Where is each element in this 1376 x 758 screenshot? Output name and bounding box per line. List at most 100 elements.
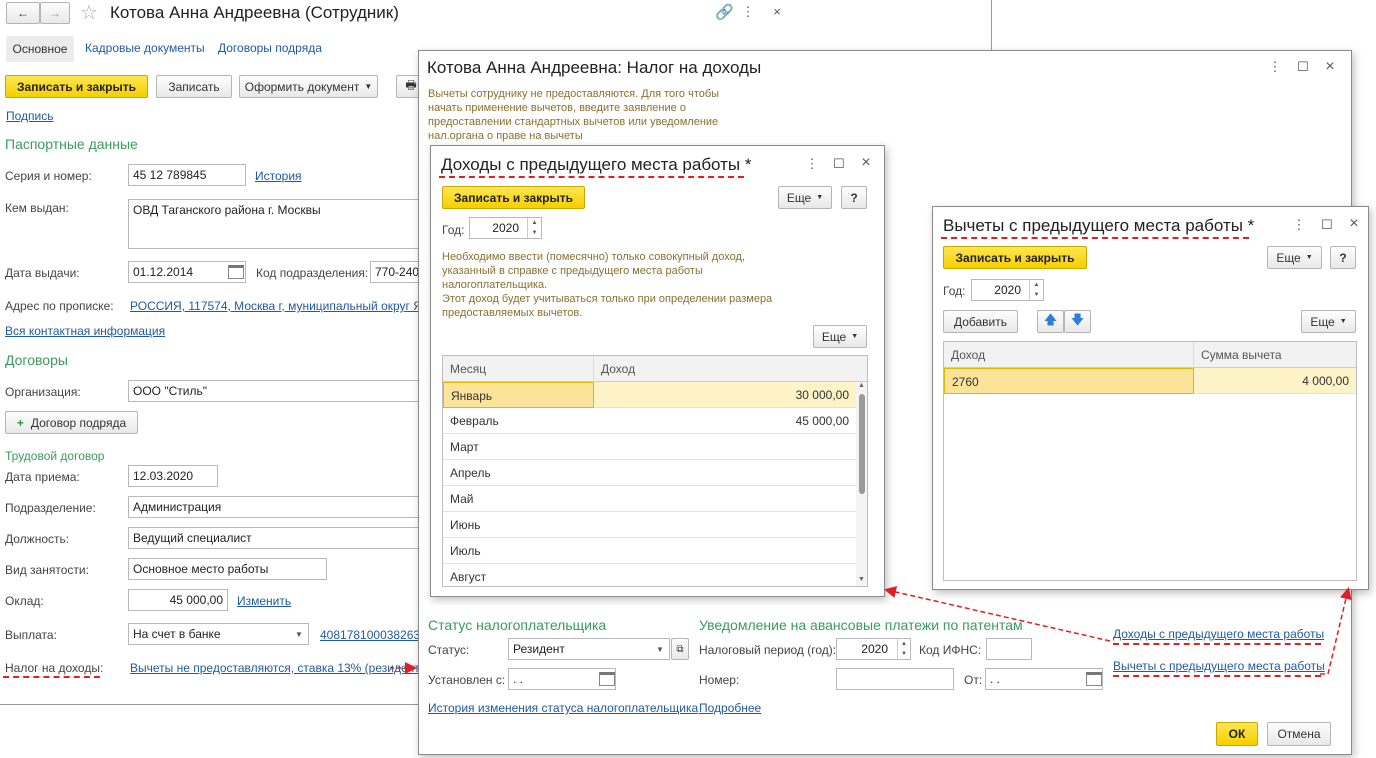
history-link[interactable]: История <box>255 169 302 183</box>
scrollbar[interactable]: ▲ ▼ <box>856 382 867 586</box>
scroll-down-icon[interactable]: ▼ <box>858 576 865 583</box>
tab-contracts[interactable]: Договоры подряда <box>218 41 322 55</box>
save-close-button[interactable]: Записать и закрыть <box>5 75 148 98</box>
signature-link[interactable]: Подпись <box>6 109 54 123</box>
back-button[interactable]: ← <box>6 2 40 24</box>
favorite-star-icon[interactable]: ☆ <box>80 0 98 25</box>
income-cell[interactable] <box>594 564 856 586</box>
more-icon[interactable]: ⋮ <box>1268 59 1282 75</box>
link-icon[interactable]: 🔗 <box>715 3 734 21</box>
save-button[interactable]: Записать <box>156 75 232 98</box>
contacts-link[interactable]: Вся контактная информация <box>5 324 165 338</box>
prev-income-link[interactable]: Доходы с предыдущего места работы <box>1113 627 1324 641</box>
scroll-thumb[interactable] <box>859 394 865 494</box>
close-icon[interactable]: × <box>1347 216 1361 232</box>
address-link[interactable]: РОССИЯ, 117574, Москва г, муниципальный … <box>130 299 428 313</box>
save-close-button[interactable]: Записать и закрыть <box>943 246 1087 269</box>
column-header-month[interactable]: Месяц <box>443 356 594 382</box>
month-cell[interactable]: Февраль <box>443 408 594 434</box>
account-link[interactable]: 40817810003826380 <box>320 628 420 642</box>
maximize-icon[interactable]: ☐ <box>1320 217 1334 233</box>
maximize-icon[interactable]: ☐ <box>1296 59 1310 75</box>
income-cell[interactable]: 30 000,00 <box>594 382 856 408</box>
tax-link[interactable]: Вычеты не предоставляются, ставка 13% (р… <box>130 661 424 675</box>
scroll-up-icon[interactable]: ▲ <box>858 382 865 389</box>
table-row[interactable]: Март <box>443 434 857 460</box>
cancel-button[interactable]: Отмена <box>1267 722 1331 746</box>
payment-field[interactable]: На счет в банке <box>128 623 309 645</box>
close-icon[interactable]: × <box>770 4 784 20</box>
income-cell[interactable] <box>594 538 856 564</box>
more-button[interactable]: Еще ▼ <box>1267 246 1322 269</box>
spin-icon[interactable]: ▲ ▼ <box>1029 280 1043 300</box>
more-icon[interactable]: ⋮ <box>741 4 755 20</box>
more-details-link[interactable]: Подробнее <box>699 701 761 715</box>
table-row[interactable]: 2760 4 000,00 <box>944 368 1356 394</box>
table-row[interactable]: Июль <box>443 538 857 564</box>
income-cell[interactable] <box>594 486 856 512</box>
change-link[interactable]: Изменить <box>237 594 291 608</box>
close-icon[interactable]: × <box>1323 59 1337 75</box>
spin-icon[interactable]: ▲ ▼ <box>897 639 910 659</box>
tab-main[interactable]: Основное <box>6 36 74 62</box>
close-icon[interactable]: × <box>859 155 873 171</box>
income-cell[interactable]: 45 000,00 <box>594 408 856 434</box>
open-icon[interactable]: ⧉ <box>671 638 689 660</box>
employment-field[interactable]: Основное место работы <box>128 558 327 580</box>
division-field[interactable]: Администрация <box>128 496 428 518</box>
series-field[interactable]: 45 12 789845 <box>128 164 246 186</box>
chevron-down-icon[interactable]: ▼ <box>656 645 664 654</box>
ok-button[interactable]: ОК <box>1216 722 1258 746</box>
amount-cell[interactable]: 4 000,00 <box>1194 368 1356 394</box>
move-down-button[interactable]: 🡇 <box>1064 310 1091 333</box>
forward-button[interactable]: → <box>40 2 70 24</box>
more-icon[interactable]: ⋮ <box>805 156 819 172</box>
prev-deductions-link[interactable]: Вычеты с предыдущего места работы <box>1113 659 1325 673</box>
spin-icon[interactable]: ▲ ▼ <box>527 218 541 238</box>
salary-field[interactable]: 45 000,00 <box>128 589 228 611</box>
month-cell[interactable]: Январь <box>443 382 594 408</box>
hire-date-field[interactable]: 12.03.2020 <box>128 465 218 487</box>
income-cell[interactable] <box>594 460 856 486</box>
income-code-cell[interactable]: 2760 <box>944 368 1194 394</box>
table-more-button[interactable]: Еще ▼ <box>1301 310 1356 333</box>
table-more-button[interactable]: Еще ▼ <box>813 325 867 348</box>
save-close-button[interactable]: Записать и закрыть <box>442 186 585 209</box>
month-cell[interactable]: Май <box>443 486 594 512</box>
table-row[interactable]: Апрель <box>443 460 857 486</box>
income-cell[interactable] <box>594 512 856 538</box>
table-row[interactable]: Август <box>443 564 857 586</box>
month-cell[interactable]: Июнь <box>443 512 594 538</box>
month-cell[interactable]: Июль <box>443 538 594 564</box>
status-history-link[interactable]: История изменения статуса налогоплательщ… <box>428 701 698 715</box>
more-icon[interactable]: ⋮ <box>1292 217 1306 233</box>
table-row[interactable]: Январь 30 000,00 <box>443 382 857 408</box>
month-cell[interactable]: Март <box>443 434 594 460</box>
tab-hr-documents[interactable]: Кадровые документы <box>85 41 205 55</box>
help-button[interactable]: ? <box>841 186 867 209</box>
calendar-icon[interactable] <box>1086 672 1102 686</box>
calendar-icon[interactable] <box>228 265 244 279</box>
chevron-down-icon[interactable]: ▼ <box>295 630 303 639</box>
org-field[interactable]: ООО "Стиль" <box>128 380 428 402</box>
add-button[interactable]: Добавить <box>943 310 1018 333</box>
maximize-icon[interactable]: ☐ <box>832 156 846 172</box>
column-header-income[interactable]: Доход <box>594 356 854 382</box>
move-up-button[interactable]: 🡅 <box>1037 310 1064 333</box>
number-field[interactable] <box>836 668 954 690</box>
table-row[interactable]: Июнь <box>443 512 857 538</box>
status-field[interactable]: Резидент <box>508 638 670 660</box>
table-row[interactable]: Май <box>443 486 857 512</box>
month-cell[interactable]: Август <box>443 564 594 586</box>
calendar-icon[interactable] <box>599 672 615 686</box>
position-field[interactable]: Ведущий специалист <box>128 527 428 549</box>
issued-by-field[interactable]: ОВД Таганского района г. Москвы <box>128 199 428 249</box>
more-button[interactable]: Еще ▼ <box>778 186 832 209</box>
income-cell[interactable] <box>594 434 856 460</box>
help-button[interactable]: ? <box>1330 246 1356 269</box>
month-cell[interactable]: Апрель <box>443 460 594 486</box>
column-header-income[interactable]: Доход <box>944 342 1194 368</box>
column-header-amount[interactable]: Сумма вычета <box>1194 342 1354 368</box>
ifns-field[interactable] <box>986 638 1032 660</box>
table-row[interactable]: Февраль 45 000,00 <box>443 408 857 434</box>
